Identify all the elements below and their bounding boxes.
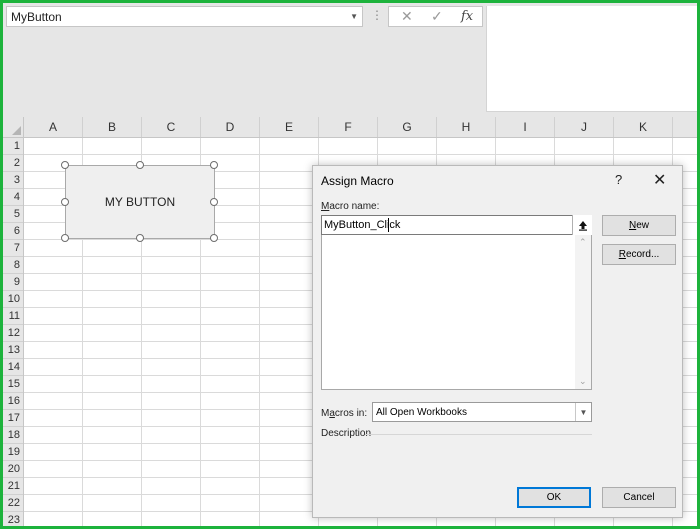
macro-name-label: Macro name: <box>321 201 380 212</box>
my-button-shape[interactable]: MY BUTTON <box>61 161 218 242</box>
new-button[interactable]: New <box>602 215 676 236</box>
row-header[interactable]: 21 <box>3 478 23 495</box>
column-header[interactable]: C <box>142 117 201 137</box>
row-headers: 1 2 3 4 5 6 7 8 9 10 11 12 13 14 15 16 1… <box>3 138 24 526</box>
row-header[interactable]: 9 <box>3 274 23 291</box>
row-header[interactable]: 8 <box>3 257 23 274</box>
more-options-icon[interactable]: ⋮ <box>371 9 383 21</box>
row-header[interactable]: 23 <box>3 512 23 526</box>
resize-handle[interactable] <box>136 234 144 242</box>
row-header[interactable]: 19 <box>3 444 23 461</box>
formula-bar[interactable] <box>486 6 697 112</box>
shape-label: MY BUTTON <box>104 195 176 209</box>
row-header[interactable]: 11 <box>3 308 23 325</box>
resize-handle[interactable] <box>61 198 69 206</box>
scroll-up-icon[interactable]: ⌃ <box>579 237 587 248</box>
row-header[interactable]: 7 <box>3 240 23 257</box>
insert-function-icon[interactable]: fx <box>461 9 473 24</box>
row-header[interactable]: 17 <box>3 410 23 427</box>
row-header[interactable]: 4 <box>3 189 23 206</box>
row-header[interactable]: 15 <box>3 376 23 393</box>
column-header[interactable]: H <box>437 117 496 137</box>
macros-in-label: Macros in: <box>321 408 368 419</box>
row-header[interactable]: 22 <box>3 495 23 512</box>
chevron-down-icon[interactable]: ▼ <box>350 12 358 21</box>
help-icon[interactable]: ? <box>615 172 622 187</box>
row-header[interactable]: 20 <box>3 461 23 478</box>
resize-handle[interactable] <box>136 161 144 169</box>
text-caret <box>388 218 389 232</box>
row-header[interactable]: 2 <box>3 155 23 172</box>
scroll-down-icon[interactable]: ⌄ <box>579 376 587 387</box>
excel-window: MyButton ▼ ⋮ ✕ ✓ fx A B C D E F G H I J … <box>0 0 700 529</box>
resize-handle[interactable] <box>61 234 69 242</box>
row-header[interactable]: 3 <box>3 172 23 189</box>
description-divider <box>365 434 592 435</box>
row-header[interactable]: 12 <box>3 325 23 342</box>
column-header[interactable]: K <box>614 117 673 137</box>
column-header[interactable]: A <box>24 117 83 137</box>
macros-in-select[interactable]: All Open Workbooks ▼ <box>372 402 592 422</box>
select-all-button[interactable] <box>3 117 24 138</box>
macros-in-value: All Open Workbooks <box>376 407 467 418</box>
list-scrollbar[interactable]: ⌃ ⌄ <box>575 235 591 389</box>
formula-buttons: ✕ ✓ fx <box>388 6 483 27</box>
row-header[interactable]: 13 <box>3 342 23 359</box>
chevron-down-icon[interactable]: ▼ <box>575 403 591 421</box>
row-header[interactable]: 5 <box>3 206 23 223</box>
resize-handle[interactable] <box>210 234 218 242</box>
column-header[interactable]: J <box>555 117 614 137</box>
close-icon[interactable]: ✕ <box>653 170 666 190</box>
row-header[interactable]: 18 <box>3 427 23 444</box>
column-header[interactable]: G <box>378 117 437 137</box>
ok-button[interactable]: OK <box>517 487 591 508</box>
collapse-dialog-icon[interactable] <box>572 215 592 235</box>
resize-handle[interactable] <box>210 198 218 206</box>
column-header[interactable]: B <box>83 117 142 137</box>
column-headers: A B C D E F G H I J K <box>24 117 697 138</box>
name-box[interactable]: MyButton ▼ <box>6 6 363 27</box>
row-header[interactable]: 10 <box>3 291 23 308</box>
assign-macro-dialog: Assign Macro ? ✕ Macro name: MyButton_Cl… <box>312 165 683 518</box>
column-header[interactable]: I <box>496 117 555 137</box>
record-button[interactable]: Record... <box>602 244 676 265</box>
resize-handle[interactable] <box>210 161 218 169</box>
name-box-value: MyButton <box>11 10 62 24</box>
column-header[interactable]: F <box>319 117 378 137</box>
cancel-button[interactable]: Cancel <box>602 487 676 508</box>
macro-name-input[interactable]: MyButton_Click <box>321 215 592 235</box>
row-header[interactable]: 16 <box>3 393 23 410</box>
column-header[interactable]: D <box>201 117 260 137</box>
formula-area: MyButton ▼ ⋮ ✕ ✓ fx <box>3 3 697 123</box>
row-header[interactable]: 6 <box>3 223 23 240</box>
cancel-icon[interactable]: ✕ <box>401 8 413 25</box>
row-header[interactable]: 1 <box>3 138 23 155</box>
dialog-title: Assign Macro <box>321 174 394 188</box>
macro-list[interactable]: ⌃ ⌄ <box>321 235 592 390</box>
row-header[interactable]: 14 <box>3 359 23 376</box>
description-label: Description <box>321 428 372 439</box>
resize-handle[interactable] <box>61 161 69 169</box>
column-header[interactable]: E <box>260 117 319 137</box>
enter-icon[interactable]: ✓ <box>431 8 443 25</box>
